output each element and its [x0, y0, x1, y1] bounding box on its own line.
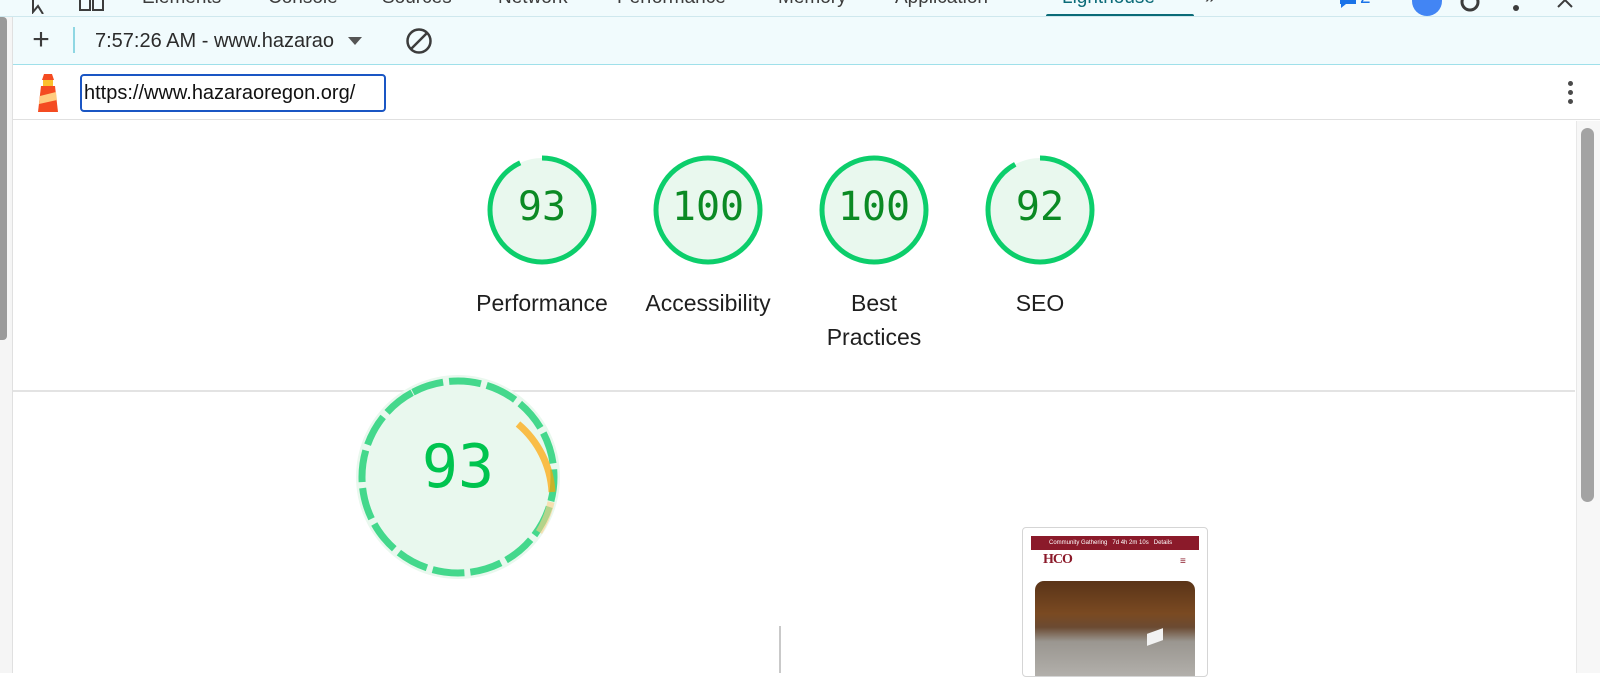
close-devtools-icon[interactable] [1555, 0, 1575, 15]
gauge-performance[interactable]: 93 Performance [467, 154, 617, 320]
performance-detail-score: 93 [421, 432, 495, 502]
gauge-label: Best Practices [826, 290, 922, 350]
tab-console[interactable]: Console [268, 0, 338, 9]
tab-network[interactable]: Network [498, 0, 568, 9]
report-url-field[interactable] [80, 74, 386, 112]
thumbnail-banner-button: Details [1153, 540, 1173, 546]
ai-assistance-icon[interactable] [1410, 0, 1444, 16]
report-options-menu-icon[interactable] [1562, 78, 1578, 108]
lighthouse-logo-icon [33, 72, 63, 114]
performance-detail-gauge: 93 [353, 372, 563, 582]
gauge-label: Performance [476, 290, 608, 316]
report-selector[interactable]: 7:57:26 AM - www.hazarao [95, 27, 363, 55]
devtools-menu-icon[interactable] [1512, 0, 1520, 16]
chevron-down-icon [348, 37, 363, 45]
gauge-label: Accessibility [645, 290, 771, 316]
left-panel-scroll-thumb[interactable] [0, 17, 7, 340]
tab-memory[interactable]: Memory [778, 0, 847, 9]
thumbnail-banner: Community Gathering 7d 4h 2m 10s Details [1031, 536, 1199, 550]
report-url-bar [13, 66, 1600, 120]
issues-count[interactable]: 2 [1360, 0, 1371, 9]
block-icon [406, 28, 432, 54]
gauge-score: 100 [671, 184, 745, 230]
new-report-button[interactable]: + [27, 25, 55, 55]
report-scrollbar-thumb[interactable] [1581, 128, 1594, 502]
gauge-best-practices[interactable]: 100 Best Practices [799, 154, 949, 354]
lighthouse-report: 93 Performance 100 Accessibility 100 Bes… [13, 121, 1575, 673]
tab-lighthouse[interactable]: Lighthouse [1062, 0, 1155, 9]
tab-sources[interactable]: Sources [382, 0, 452, 9]
gauge-score: 92 [1015, 184, 1065, 230]
thumbnail-menu-icon: ≡ [1180, 556, 1186, 567]
clear-reports-button[interactable] [405, 27, 433, 55]
gauge-score: 100 [837, 184, 911, 230]
settings-gear-icon[interactable] [1458, 0, 1482, 16]
report-selector-value: 7:57:26 AM - www.hazarao [95, 29, 335, 52]
more-tabs-button[interactable]: » [1205, 0, 1216, 9]
thumbnail-banner-text: Community Gathering [1049, 540, 1108, 546]
tab-performance[interactable]: Performance [617, 0, 726, 9]
toolbar-divider [73, 27, 75, 53]
thumbnail-hero-image [1035, 581, 1195, 676]
gauge-label: SEO [1015, 290, 1065, 316]
thumbnail-site-logo: HCO [1043, 552, 1073, 567]
lighthouse-toolbar: + 7:57:26 AM - www.hazarao [13, 17, 1600, 65]
thumbnail-banner-countdown: 7d 4h 2m 10s [1112, 540, 1149, 546]
device-toolbar-icon[interactable] [78, 0, 106, 16]
tab-elements[interactable]: Elements [142, 0, 221, 9]
section-divider [779, 626, 781, 673]
devtools-tab-strip: Elements Console Sources Network Perform… [0, 0, 1600, 17]
issues-icon[interactable] [1338, 0, 1358, 15]
gauge-score: 93 [517, 184, 567, 230]
score-summary: 93 Performance 100 Accessibility 100 Bes… [13, 121, 1575, 392]
tab-application[interactable]: Application [895, 0, 988, 9]
gauge-seo[interactable]: 92 SEO [965, 154, 1115, 320]
gauge-accessibility[interactable]: 100 Accessibility [633, 154, 783, 320]
final-screenshot-thumbnail[interactable]: Community Gathering 7d 4h 2m 10s Details… [1022, 527, 1208, 677]
inspect-element-icon[interactable] [30, 0, 54, 16]
